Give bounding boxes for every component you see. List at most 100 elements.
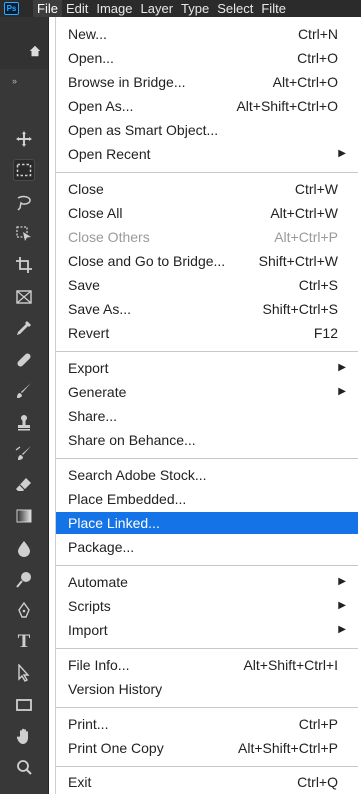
- gradient-icon[interactable]: [14, 506, 34, 526]
- home-icon[interactable]: [28, 44, 42, 58]
- menu-item-label: Place Linked...: [68, 515, 160, 531]
- history-brush-icon[interactable]: [14, 444, 34, 464]
- menu-item-close[interactable]: Close Ctrl+W: [56, 178, 352, 200]
- menu-item-print[interactable]: Print... Ctrl+P: [56, 713, 352, 735]
- marquee-icon[interactable]: [13, 159, 35, 181]
- menu-item-search-adobe-stock[interactable]: Search Adobe Stock...: [56, 464, 352, 486]
- menu-separator: [56, 351, 358, 352]
- menu-item-save-as[interactable]: Save As... Shift+Ctrl+S: [56, 298, 352, 320]
- menu-item-label: Scripts: [68, 598, 111, 614]
- menu-item-exit[interactable]: Exit Ctrl+Q: [56, 771, 352, 793]
- menu-item-revert[interactable]: Revert F12: [56, 322, 352, 344]
- menu-item-open-as[interactable]: Open As... Alt+Shift+Ctrl+O: [56, 95, 352, 117]
- menu-item-print-one-copy[interactable]: Print One Copy Alt+Shift+Ctrl+P: [56, 737, 352, 759]
- path-select-icon[interactable]: [14, 663, 34, 683]
- menu-file[interactable]: File: [33, 0, 62, 17]
- menu-item-label: Open...: [68, 50, 114, 66]
- brush-icon[interactable]: [14, 381, 34, 401]
- lasso-icon[interactable]: [14, 193, 34, 213]
- photoshop-logo: Ps: [4, 2, 19, 15]
- menu-item-browse-in-bridge[interactable]: Browse in Bridge... Alt+Ctrl+O: [56, 71, 352, 93]
- menu-item-label: Automate: [68, 574, 128, 590]
- crop-icon[interactable]: [14, 255, 34, 275]
- menu-filter[interactable]: Filte: [257, 0, 290, 17]
- move-icon[interactable]: [14, 129, 34, 149]
- menu-item-shortcut: Ctrl+W: [294, 181, 338, 197]
- menu-item-label: Generate: [68, 384, 127, 400]
- menu-layer[interactable]: Layer: [137, 0, 178, 17]
- object-select-icon[interactable]: [14, 224, 34, 244]
- menu-item-label: Share on Behance...: [68, 432, 196, 448]
- frame-icon[interactable]: [14, 287, 34, 307]
- type-icon[interactable]: T: [14, 631, 34, 652]
- menu-item-import[interactable]: Import ▶: [56, 619, 352, 641]
- menu-type[interactable]: Type: [177, 0, 213, 17]
- menu-item-label: Export: [68, 360, 109, 376]
- menu-item-close-all[interactable]: Close All Alt+Ctrl+W: [56, 202, 352, 224]
- double-chevron-icon[interactable]: ››: [12, 76, 17, 86]
- menu-item-save[interactable]: Save Ctrl+S: [56, 274, 352, 296]
- menu-item-label: Save As...: [68, 301, 132, 317]
- zoom-icon[interactable]: [14, 757, 34, 777]
- menu-item-new[interactable]: New... Ctrl+N: [56, 23, 352, 45]
- menu-separator: [56, 766, 358, 767]
- menu-item-open[interactable]: Open... Ctrl+O: [56, 47, 352, 69]
- menu-item-shortcut: Ctrl+Q: [297, 774, 338, 790]
- menu-item-close-and-go-to-bridge[interactable]: Close and Go to Bridge... Shift+Ctrl+W: [56, 250, 352, 272]
- tools-panel: ›› T: [0, 17, 49, 794]
- menu-item-label: Save: [68, 277, 100, 293]
- menu-item-label: Revert: [68, 325, 110, 341]
- menu-item-shortcut: Ctrl+O: [297, 50, 338, 66]
- dodge-icon[interactable]: [14, 570, 34, 590]
- menu-item-shortcut: Ctrl+N: [297, 26, 338, 42]
- submenu-arrow-icon: ▶: [338, 624, 346, 635]
- menu-item-shortcut: Shift+Ctrl+S: [262, 301, 338, 317]
- submenu-arrow-icon: ▶: [338, 386, 346, 397]
- menu-item-label: File Info...: [68, 657, 130, 673]
- menu-separator: [56, 707, 358, 708]
- menu-item-open-as-smart-object[interactable]: Open as Smart Object...: [56, 119, 352, 141]
- menu-item-share-on-behance[interactable]: Share on Behance...: [56, 429, 352, 451]
- menu-item-shortcut: Alt+Ctrl+P: [274, 229, 338, 245]
- menu-item-shortcut: Shift+Ctrl+W: [258, 253, 338, 269]
- menu-item-label: Exit: [68, 774, 92, 790]
- eraser-icon[interactable]: [14, 475, 34, 495]
- menu-separator: [56, 565, 358, 566]
- menu-item-shortcut: Alt+Ctrl+W: [270, 205, 338, 221]
- hand-icon[interactable]: [14, 726, 34, 746]
- menu-image[interactable]: Image: [92, 0, 136, 17]
- stamp-icon[interactable]: [14, 413, 34, 433]
- menu-separator: [56, 458, 358, 459]
- menu-item-label: Open as Smart Object...: [68, 122, 219, 138]
- menu-item-place-embedded[interactable]: Place Embedded...: [56, 488, 352, 510]
- menu-item-version-history[interactable]: Version History: [56, 678, 352, 700]
- healing-icon[interactable]: [14, 350, 34, 370]
- menu-item-label: Print One Copy: [68, 740, 164, 756]
- menu-item-close-others: Close Others Alt+Ctrl+P: [56, 226, 352, 248]
- submenu-arrow-icon: ▶: [338, 362, 346, 373]
- submenu-arrow-icon: ▶: [338, 148, 346, 159]
- menu-item-shortcut: Ctrl+P: [298, 716, 338, 732]
- menu-item-label: Open Recent: [68, 146, 151, 162]
- menu-item-export[interactable]: Export ▶: [56, 357, 352, 379]
- menu-item-file-info[interactable]: File Info... Alt+Shift+Ctrl+I: [56, 654, 352, 676]
- menu-item-place-linked[interactable]: Place Linked...: [56, 512, 358, 534]
- menu-item-share[interactable]: Share...: [56, 405, 352, 427]
- menu-item-label: Package...: [68, 539, 135, 555]
- menu-item-shortcut: Alt+Shift+Ctrl+I: [243, 657, 338, 673]
- menu-item-label: Open As...: [68, 98, 134, 114]
- menu-item-label: New...: [68, 26, 107, 42]
- menu-item-open-recent[interactable]: Open Recent ▶: [56, 143, 352, 165]
- pen-icon[interactable]: [14, 601, 34, 621]
- menu-item-scripts[interactable]: Scripts ▶: [56, 595, 352, 617]
- menu-item-automate[interactable]: Automate ▶: [56, 571, 352, 593]
- menu-item-label: Close Others: [68, 229, 150, 245]
- menu-select[interactable]: Select: [213, 0, 257, 17]
- menu-edit[interactable]: Edit: [62, 0, 92, 17]
- menu-item-package[interactable]: Package...: [56, 536, 352, 558]
- rectangle-icon[interactable]: [14, 695, 34, 715]
- eyedropper-icon[interactable]: [14, 318, 34, 338]
- menu-item-generate[interactable]: Generate ▶: [56, 381, 352, 403]
- blur-icon[interactable]: [14, 539, 34, 559]
- menu-item-shortcut: Alt+Ctrl+O: [272, 74, 338, 90]
